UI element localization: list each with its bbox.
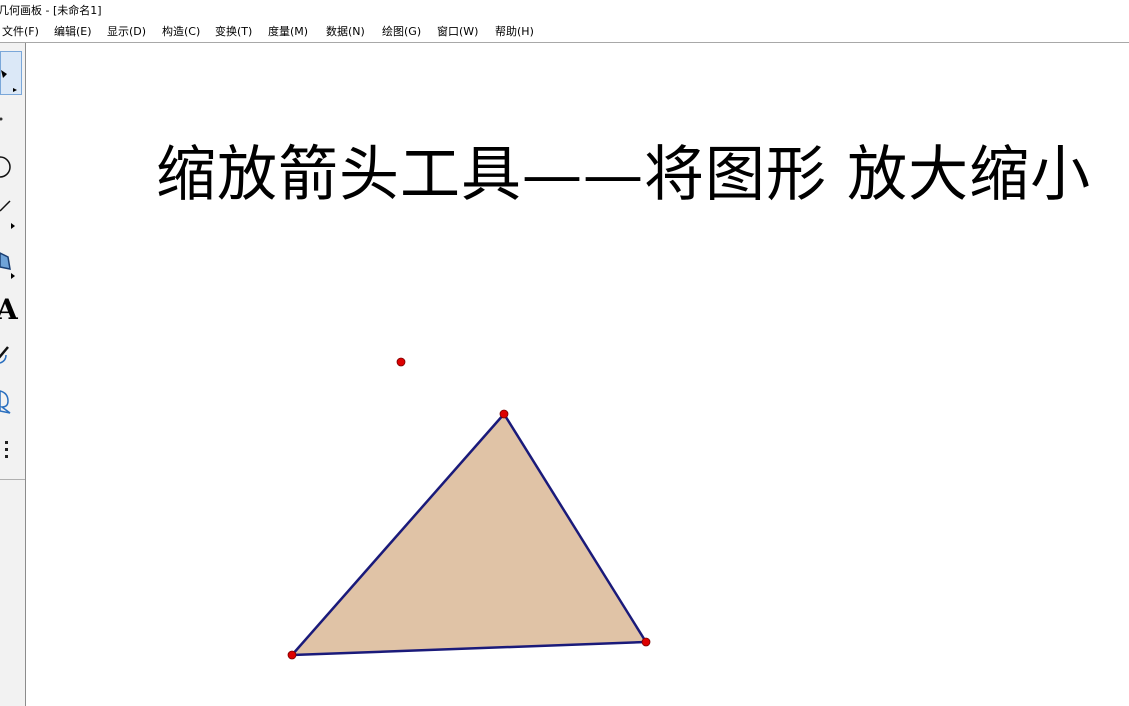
menu-window[interactable]: 窗口(W)	[437, 22, 478, 42]
menu-transform[interactable]: 变换(T)	[215, 22, 252, 42]
point-vertex-right[interactable]	[641, 637, 651, 647]
compass-tool[interactable]	[0, 143, 25, 187]
tool-palette-divider	[0, 479, 25, 480]
menu-data[interactable]: 数据(N)	[326, 22, 365, 42]
custom-tool[interactable]	[0, 427, 25, 471]
menu-file[interactable]: 文件(F)	[2, 22, 39, 42]
point-vertex-top[interactable]	[499, 409, 509, 419]
point-center[interactable]	[396, 357, 406, 367]
window-title: 几何画板 - [未命名1]	[0, 4, 102, 17]
svg-text:A: A	[0, 293, 19, 326]
menu-measure[interactable]: 度量(M)	[268, 22, 308, 42]
menu-graph[interactable]: 绘图(G)	[382, 22, 421, 42]
menu-edit[interactable]: 编辑(E)	[54, 22, 92, 42]
straightedge-tool[interactable]	[0, 189, 25, 235]
marker-tool[interactable]	[0, 333, 25, 375]
triangle-interior[interactable]	[292, 414, 646, 655]
arrow-icon	[1, 70, 17, 92]
text-tool[interactable]: A	[0, 287, 25, 329]
text-a-icon: A	[0, 293, 19, 326]
menu-display[interactable]: 显示(D)	[107, 22, 146, 42]
information-tool[interactable]	[0, 379, 25, 423]
speech-bubble-icon	[0, 390, 11, 414]
polygon-tool[interactable]	[0, 239, 25, 283]
point-tool[interactable]	[0, 99, 25, 139]
pencil-icon	[0, 346, 9, 364]
sketch-canvas[interactable]: 缩放箭头工具——将图形 放大缩小	[26, 43, 1129, 706]
window-title-bar: 几何画板 - [未命名1]	[0, 0, 1129, 22]
polygon-icon	[0, 252, 15, 279]
tool-palette: A	[0, 43, 26, 706]
circle-icon	[0, 156, 11, 178]
point-icon	[0, 117, 3, 121]
line-segment-icon	[0, 200, 15, 229]
point-vertex-left[interactable]	[287, 650, 297, 660]
more-vertical-icon	[5, 441, 8, 458]
menu-bar: 文件(F) 编辑(E) 显示(D) 构造(C) 变换(T) 度量(M) 数据(N…	[0, 22, 1129, 43]
menu-construct[interactable]: 构造(C)	[162, 22, 200, 42]
menu-help[interactable]: 帮助(H)	[495, 22, 534, 42]
arrow-select-tool[interactable]	[0, 51, 22, 95]
geometry-layer	[287, 357, 651, 660]
